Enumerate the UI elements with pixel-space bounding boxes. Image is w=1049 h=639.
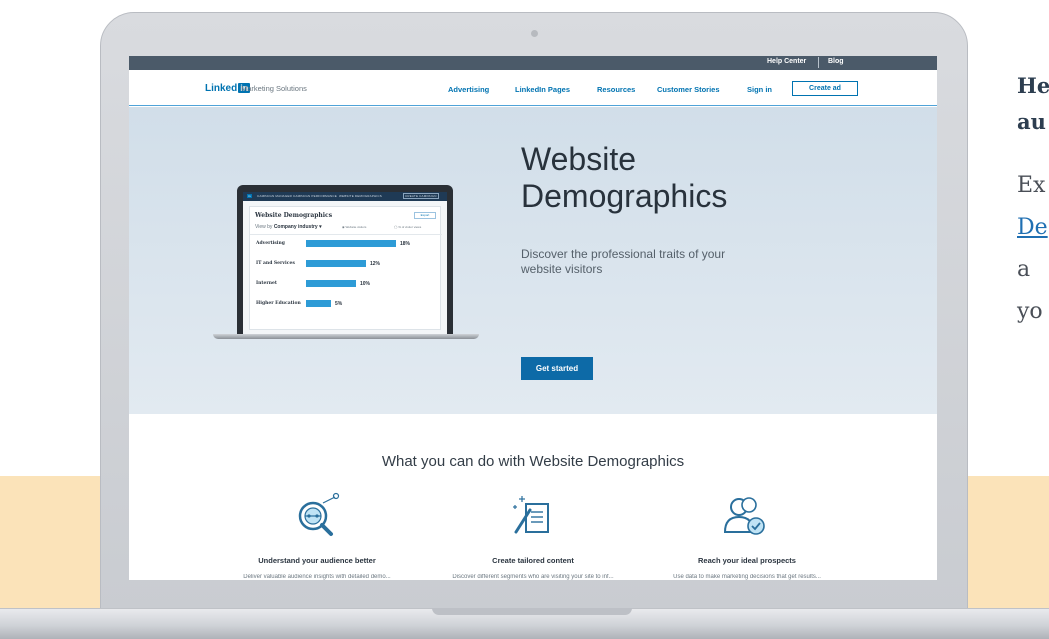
logo-wordmark: Linked — [205, 83, 238, 94]
hero-title: Website Demographics — [521, 141, 728, 214]
mockup-bar — [306, 300, 331, 307]
mockup-view-by-value: Company industry ▾ — [273, 224, 322, 230]
create-ad-button[interactable]: Create ad — [792, 81, 858, 96]
hero-subtitle: Discover the professional traits of your… — [521, 247, 726, 276]
feature-description: Use data to make marketing decisions tha… — [673, 574, 821, 580]
mockup-bar-value: 18% — [400, 241, 411, 247]
article-body-line-4: yo — [1017, 299, 1043, 324]
mockup-bar-value: 12% — [370, 261, 381, 267]
nav-customer-stories[interactable]: Customer Stories — [657, 85, 720, 94]
mockup-nav-item: CAMPAIGN PERFORMANCE — [293, 194, 337, 198]
article-link[interactable]: De — [1017, 215, 1048, 240]
mockup-row-label: Higher Education — [256, 301, 301, 306]
laptop-screen: Help Center Blog Linked in Marketing Solu… — [129, 56, 937, 580]
mockup-nav-item: CAMPAIGN MANAGER — [257, 194, 292, 198]
mockup-screen: in CAMPAIGN MANAGER CAMPAIGN PERFORMANCE… — [243, 192, 447, 334]
utility-divider — [818, 57, 819, 68]
feature-description: Deliver valuable audience insights with … — [243, 574, 391, 580]
mockup-bar-value: 5% — [335, 301, 343, 307]
hero-section: in CAMPAIGN MANAGER CAMPAIGN PERFORMANCE… — [129, 107, 937, 414]
mockup-bar — [306, 240, 396, 247]
scene: He au Ex De a yo Help Center Blog Linked… — [0, 0, 1049, 639]
article-body-line-3: a — [1017, 257, 1031, 282]
mockup-export-button: Export — [414, 212, 436, 219]
article-heading-line-2: au — [1017, 109, 1046, 134]
laptop-notch — [432, 608, 632, 615]
mockup-divider — [250, 234, 442, 235]
feature-label-prospects: Reach your ideal prospects — [698, 556, 796, 565]
mockup-view-by: View by Company industry ▾ — [255, 224, 322, 230]
nav-advertising[interactable]: Advertising — [448, 85, 489, 94]
utility-bar: Help Center Blog — [129, 56, 937, 70]
mockup-card: Website Demographics Export View by Comp… — [249, 206, 442, 330]
people-check-icon — [719, 490, 771, 547]
mockup-linkedin-icon: in — [247, 194, 252, 198]
nav-linkedin-pages[interactable]: LinkedIn Pages — [515, 85, 570, 94]
magnifier-analytics-icon — [291, 490, 343, 547]
mockup-bar — [306, 260, 366, 267]
camera-dot — [531, 30, 538, 37]
nav-sign-in[interactable]: Sign in — [747, 85, 772, 94]
mockup-title: Website Demographics — [255, 212, 333, 219]
article-body: Ex De a yo — [1017, 165, 1048, 333]
get-started-button[interactable]: Get started — [521, 357, 593, 380]
mockup-row-label: IT and Services — [256, 261, 295, 266]
help-center-link[interactable]: Help Center — [767, 58, 806, 65]
feature-description: Discover different segments who are visi… — [452, 574, 614, 580]
mockup-view-by-label: View by — [255, 224, 273, 230]
mockup-bar — [306, 280, 356, 287]
mockup-radio-visitors: ◉ Website visitors — [342, 225, 367, 229]
feature-label-understand: Understand your audience better — [258, 556, 376, 565]
mockup-bar-value: 10% — [360, 281, 371, 287]
article-heading: He au — [1017, 68, 1049, 140]
mockup-nav-item: WEBSITE DEMOGRAPHICS — [339, 194, 383, 198]
main-navbar: Linked in Marketing Solutions Advertising… — [129, 70, 937, 106]
mockup-nav: in CAMPAIGN MANAGER CAMPAIGN PERFORMANCE… — [243, 192, 447, 201]
mockup-row-label: Internet — [256, 281, 277, 286]
mockup-nav-item: CREATE CAMPAIGN — [403, 193, 439, 199]
document-sparkle-icon — [507, 490, 559, 547]
blog-link[interactable]: Blog — [828, 58, 844, 65]
features-title: What you can do with Website Demographic… — [381, 453, 685, 470]
nav-resources[interactable]: Resources — [597, 85, 635, 94]
mockup-row-label: Advertising — [256, 241, 285, 246]
article-heading-line-1: He — [1017, 73, 1049, 98]
feature-label-content: Create tailored content — [492, 556, 574, 565]
article-body-line-1: Ex — [1017, 173, 1046, 198]
logo-subtitle: Marketing Solutions — [241, 84, 307, 93]
mockup-radio-views: ◯ % of visitor views — [394, 225, 422, 229]
mockup-laptop-base — [213, 334, 479, 339]
